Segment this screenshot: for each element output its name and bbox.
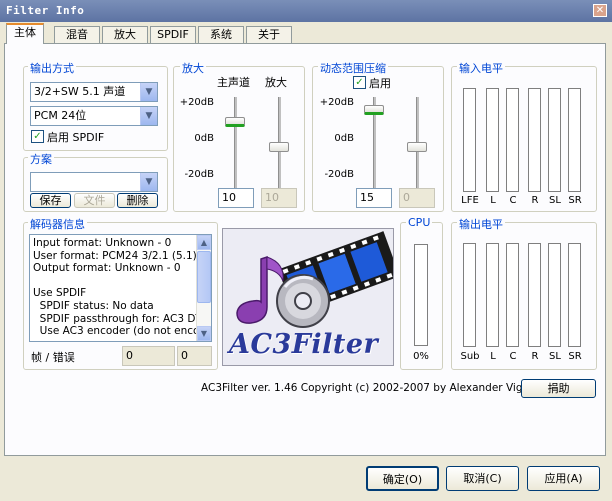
decoder-info-line: Input format: Unknown - 0 bbox=[33, 237, 172, 249]
preset-label: 方案 bbox=[28, 151, 54, 167]
cpu-value: 0% bbox=[413, 351, 429, 362]
decoder-info-line: Use AC3 encoder (do not encod bbox=[33, 325, 207, 338]
save-button[interactable]: 保存 bbox=[30, 193, 71, 208]
drc-scale-bottom: -20dB bbox=[324, 169, 354, 180]
decoder-info-line: SPDIF status: No data bbox=[33, 299, 154, 312]
gain-gain-column: 放大 bbox=[265, 76, 287, 89]
level-meter-2 bbox=[506, 243, 519, 347]
scrollbar-thumb[interactable] bbox=[197, 251, 211, 303]
master-slider-thumb[interactable] bbox=[225, 117, 245, 127]
decoder-info-list[interactable]: Input format: Unknown - 0 User format: PC… bbox=[29, 234, 212, 342]
level-meter-4 bbox=[548, 88, 561, 192]
close-button[interactable]: ✕ bbox=[593, 4, 607, 17]
drc-label: 动态范围压缩 bbox=[318, 60, 388, 76]
tab-system[interactable]: 系统 bbox=[198, 26, 244, 43]
tab-main[interactable]: 主体 bbox=[6, 23, 44, 44]
chevron-down-icon: ▼ bbox=[140, 83, 157, 101]
file-button[interactable]: 文件 bbox=[74, 193, 115, 208]
level-meter-1 bbox=[486, 88, 499, 192]
gain-scale-mid: 0dB bbox=[194, 133, 214, 144]
gain-master-column: 主声道 bbox=[217, 76, 250, 89]
channel-label: SR bbox=[568, 351, 582, 362]
errors-field: 0 bbox=[177, 346, 212, 366]
drc-enable-label: 启用 bbox=[369, 77, 391, 90]
tab-about[interactable]: 关于 bbox=[246, 26, 292, 43]
level-meter-3 bbox=[528, 243, 541, 347]
gain-scale-bottom: -20dB bbox=[184, 169, 214, 180]
window-title: Filter Info bbox=[6, 4, 85, 17]
master-slider-track bbox=[234, 97, 237, 197]
title-bar bbox=[0, 0, 612, 22]
level-meter-3 bbox=[528, 88, 541, 192]
level-meter-1 bbox=[486, 243, 499, 347]
preset-select[interactable]: ▼ bbox=[30, 172, 158, 192]
close-icon: ✕ bbox=[595, 5, 605, 16]
level-meter-0 bbox=[463, 243, 476, 347]
channel-label: C bbox=[509, 351, 517, 362]
channel-label: LFE bbox=[461, 195, 479, 206]
gain-slider-thumb[interactable] bbox=[269, 142, 289, 152]
master-gain-field[interactable]: 10 bbox=[218, 188, 254, 208]
cpu-meter bbox=[414, 244, 428, 346]
output-mode-label: 输出方式 bbox=[28, 60, 76, 76]
ac3filter-logo: AC3Filter bbox=[222, 228, 394, 366]
level-meter-0 bbox=[463, 88, 476, 192]
channels-select[interactable]: 3/2+SW 5.1 声道 ▼ bbox=[30, 82, 158, 102]
gain-label: 放大 bbox=[180, 60, 206, 76]
cpu-label: CPU bbox=[406, 216, 433, 229]
input-levels-label: 输入电平 bbox=[457, 60, 505, 76]
decoder-info-line: SPDIF passthrough for: AC3 DTS bbox=[33, 312, 209, 325]
drc-level-field[interactable]: 15 bbox=[356, 188, 392, 208]
cancel-button[interactable]: 取消(C) bbox=[446, 466, 519, 491]
delete-button[interactable]: 删除 bbox=[117, 193, 158, 208]
apply-button[interactable]: 应用(A) bbox=[527, 466, 600, 491]
chevron-down-icon: ▼ bbox=[140, 173, 157, 191]
drc-second-slider-thumb[interactable] bbox=[407, 142, 427, 152]
decoder-scrollbar[interactable]: ▲ ▼ bbox=[196, 235, 211, 341]
channel-label: SR bbox=[568, 195, 582, 206]
drc-second-field[interactable]: 0 bbox=[399, 188, 435, 208]
channel-label: Sub bbox=[460, 351, 480, 362]
format-select[interactable]: PCM 24位 ▼ bbox=[30, 106, 158, 126]
level-meter-2 bbox=[506, 88, 519, 192]
decoder-info-line bbox=[33, 275, 208, 288]
level-meter-4 bbox=[548, 243, 561, 347]
drc-level-slider-thumb[interactable] bbox=[364, 105, 384, 115]
tab-gain[interactable]: 放大 bbox=[102, 26, 148, 43]
spdif-checkbox[interactable]: ✓ bbox=[31, 130, 44, 143]
decoder-info-line: Use SPDIF bbox=[33, 287, 87, 300]
decoder-info-lines: Input format: Unknown - 0 User format: PC… bbox=[33, 237, 209, 338]
drc-enable-checkbox[interactable]: ✓ bbox=[353, 76, 366, 89]
copyright-text: AC3Filter ver. 1.46 Copyright (c) 2002-2… bbox=[201, 382, 553, 394]
format-select-value: PCM 24位 bbox=[34, 109, 87, 122]
logo-text: AC3Filter bbox=[229, 329, 379, 360]
gain-field[interactable]: 10 bbox=[261, 188, 297, 208]
chevron-down-icon: ▼ bbox=[140, 107, 157, 125]
tab-mixer[interactable]: 混音 bbox=[54, 26, 100, 43]
channels-select-value: 3/2+SW 5.1 声道 bbox=[34, 85, 126, 98]
decoder-info-line: User format: PCM24 3/2.1 (5.1) 0 bbox=[33, 249, 207, 262]
drc-scale-top: +20dB bbox=[319, 97, 354, 108]
decoder-info-label: 解码器信息 bbox=[28, 216, 87, 232]
donate-button[interactable]: 捐助 bbox=[521, 379, 596, 398]
scroll-down-icon[interactable]: ▼ bbox=[197, 326, 211, 341]
output-levels-label: 输出电平 bbox=[457, 216, 505, 232]
tab-spdif[interactable]: SPDIF bbox=[150, 26, 196, 43]
channel-label: C bbox=[509, 195, 517, 206]
frames-field: 0 bbox=[122, 346, 175, 366]
ok-button[interactable]: 确定(O) bbox=[366, 466, 439, 491]
gain-scale-top: +20dB bbox=[179, 97, 214, 108]
decoder-info-line: Output format: Unknown - 0 bbox=[33, 262, 181, 275]
scroll-up-icon[interactable]: ▲ bbox=[197, 235, 211, 250]
level-meter-5 bbox=[568, 88, 581, 192]
frames-errors-label: 帧 / 错误 bbox=[31, 351, 75, 364]
spdif-checkbox-label: 启用 SPDIF bbox=[47, 131, 105, 144]
drc-scale-mid: 0dB bbox=[334, 133, 354, 144]
level-meter-5 bbox=[568, 243, 581, 347]
